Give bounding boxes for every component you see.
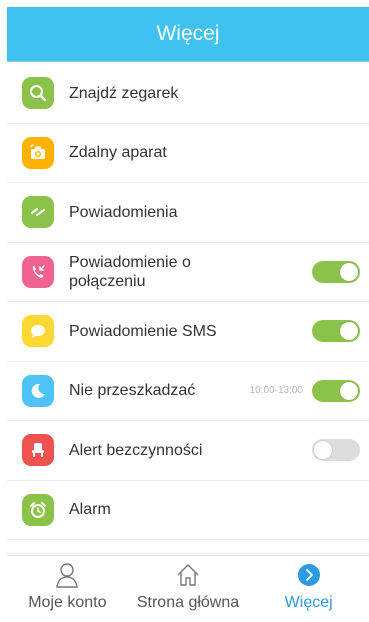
toggle-knob [340,262,358,281]
list-item-partial [7,540,369,554]
menu-item-do-not-disturb[interactable]: Nie przeszkadzać 10:00-13:00 [7,362,369,421]
home-icon [175,562,201,588]
menu-item-remote-camera[interactable]: Zdalny aparat [7,124,369,183]
menu-item-label: Zdalny aparat [69,144,167,162]
incoming-call-icon [22,255,54,288]
toggle-knob [340,322,358,341]
page-title: Więcej [156,22,220,45]
person-icon [54,562,80,588]
menu-item-label: Nie przeszkadzać [69,382,196,400]
menu-item-sms-notification[interactable]: Powiadomienie SMS [7,302,369,362]
chair-icon [22,434,54,467]
chevron-right-icon [296,562,322,588]
app-frame: Więcej Znajdź zegarek Zdalny aparat Powi… [7,7,369,619]
menu-item-label: Alarm [69,501,111,519]
menu-item-label: Alert bezczynności [69,441,203,459]
call-notification-toggle[interactable] [312,260,360,283]
menu-item-call-notification[interactable]: Powiadomienie o połączeniu [7,243,369,302]
bottom-tab-bar: Moje konto Strona główna Więcej [7,555,369,619]
inactivity-alert-toggle[interactable] [312,439,360,462]
toggle-knob [314,441,332,460]
menu-item-inactivity-alert[interactable]: Alert bezczynności [7,421,369,481]
header-bar: Więcej [7,7,369,62]
sms-notification-toggle[interactable] [312,320,360,343]
tab-label: Moje konto [28,594,107,611]
menu-item-notifications[interactable]: Powiadomienia [7,183,369,243]
search-icon [22,77,54,110]
dnd-time-range: 10:00-13:00 [249,385,303,397]
moon-icon [22,374,54,407]
tab-label: Więcej [284,594,333,611]
menu-item-label: Powiadomienie SMS [69,322,217,340]
message-icon [22,315,54,348]
tab-more[interactable]: Więcej [248,556,369,619]
menu-list: Znajdź zegarek Zdalny aparat Powiadomien… [7,64,369,554]
menu-item-label: Powiadomienia [69,203,178,221]
menu-item-label: Powiadomienie o połączeniu [69,253,191,290]
alarm-clock-icon [22,493,54,526]
tab-my-account[interactable]: Moje konto [7,556,128,619]
do-not-disturb-toggle[interactable] [312,379,360,402]
menu-item-alarm[interactable]: Alarm [7,481,369,540]
notification-icon [22,196,54,229]
tab-label: Strona główna [136,594,240,611]
menu-item-label: Znajdź zegarek [69,84,179,102]
toggle-knob [340,381,358,400]
menu-item-find-watch[interactable]: Znajdź zegarek [7,64,369,124]
tab-home[interactable]: Strona główna [128,556,249,619]
camera-icon [22,136,54,169]
